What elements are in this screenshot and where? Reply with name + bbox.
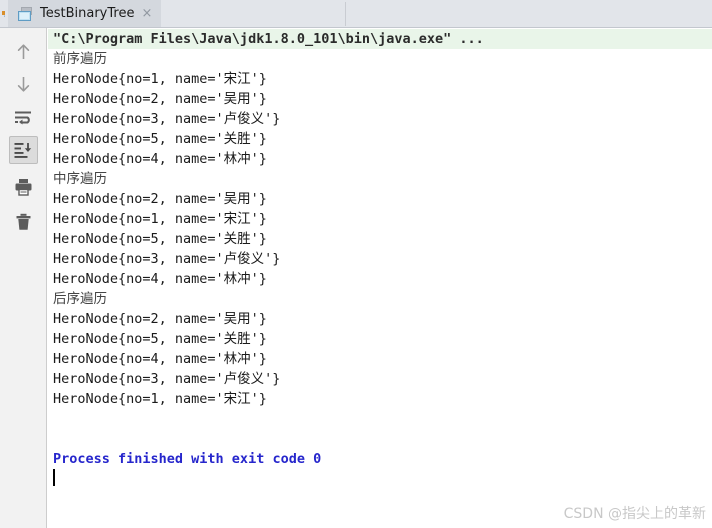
console-line: HeroNode{no=3, name='卢俊义'} [53,111,281,127]
console-line: HeroNode{no=5, name='关胜'} [53,131,267,147]
console-line: HeroNode{no=4, name='林冲'} [53,271,267,287]
console-line: HeroNode{no=2, name='吴用'} [53,191,267,207]
tab-test-binary-tree[interactable]: TestBinaryTree × [8,0,162,27]
console-output[interactable]: "C:\Program Files\Java\jdk1.8.0_101\bin\… [48,29,712,528]
caret-line [48,469,712,491]
console-line: HeroNode{no=1, name='宋江'} [53,211,267,227]
up-arrow-icon [15,43,32,61]
down-arrow-icon [15,75,32,93]
console-line: HeroNode{no=1, name='宋江'} [53,391,267,407]
trash-icon [15,213,32,231]
tab-bar: : TestBinaryTree × [0,0,712,28]
console-line: HeroNode{no=5, name='关胜'} [53,331,267,347]
console-window: : TestBinaryTree × [0,0,712,528]
text-caret [53,469,55,486]
soft-wrap-icon [14,110,33,126]
console-toolbar [0,28,47,528]
tab-bar-separator [345,2,346,26]
tab-bar-filler [161,0,712,27]
tab-label: TestBinaryTree [40,6,135,21]
console-line: HeroNode{no=3, name='卢俊义'} [53,371,281,387]
console-line: HeroNode{no=1, name='宋江'} [53,71,267,87]
scroll-to-end-button[interactable] [9,136,38,164]
console-line: HeroNode{no=5, name='关胜'} [53,231,267,247]
console-line: Process finished with exit code 0 [53,451,322,467]
down-arrow-button[interactable] [9,70,38,98]
console-window-icon [18,6,34,21]
soft-wrap-button[interactable] [9,104,38,132]
tab-bar-left-stub: : [0,0,8,27]
print-button[interactable] [9,173,38,201]
partial-marker-icon [2,11,5,15]
console-line: HeroNode{no=4, name='林冲'} [53,151,267,167]
console-line: HeroNode{no=4, name='林冲'} [53,351,267,367]
up-arrow-button[interactable] [9,38,38,66]
console-line: HeroNode{no=2, name='吴用'} [53,91,267,107]
console-line: 中序遍历 [53,171,107,187]
scroll-to-end-icon [14,142,33,159]
clear-all-button[interactable] [9,208,38,236]
console-line: 后序遍历 [53,291,107,307]
print-icon [14,178,33,196]
console-line: "C:\Program Files\Java\jdk1.8.0_101\bin\… [48,29,712,49]
console-line: 前序遍历 [53,51,107,67]
console-line: HeroNode{no=3, name='卢俊义'} [53,251,281,267]
close-icon[interactable]: × [141,0,152,27]
console-line: HeroNode{no=2, name='吴用'} [53,311,267,327]
console-lines: "C:\Program Files\Java\jdk1.8.0_101\bin\… [48,29,712,469]
